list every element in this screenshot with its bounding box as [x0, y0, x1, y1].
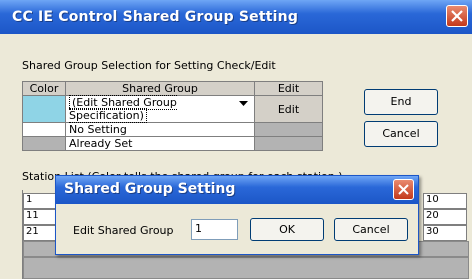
station-row-end[interactable]: 20 [423, 209, 467, 225]
shared-group-table: Color Shared Group Edit (Edit Shared Gro… [22, 81, 323, 151]
dialog-title-bar[interactable]: Shared Group Setting [56, 176, 418, 204]
edit-cell-disabled [254, 136, 323, 151]
color-swatch-white [22, 122, 66, 137]
table-row: No Setting [22, 122, 323, 137]
header-shared-group: Shared Group [65, 81, 255, 96]
group-no-setting: No Setting [65, 122, 255, 137]
color-swatch-gray [22, 136, 66, 151]
station-row-end[interactable]: 30 [423, 225, 467, 241]
shared-group-setting-dialog: Shared Group Setting Edit Shared Group 1… [55, 175, 419, 255]
title-bar[interactable]: CC IE Control Shared Group Setting [0, 0, 472, 34]
window-title: CC IE Control Shared Group Setting [12, 9, 299, 25]
close-icon [398, 184, 409, 195]
cancel-button-label: Cancel [382, 127, 420, 140]
dropdown-arrow-icon[interactable] [239, 101, 248, 107]
dialog-cancel-button[interactable]: Cancel [334, 218, 408, 241]
shared-group-select-value: (Edit Shared Group Specification) [69, 95, 177, 123]
end-button-label: End [390, 95, 412, 108]
group-already-set: Already Set [65, 136, 255, 151]
station-grid-row-disabled [23, 257, 469, 279]
header-color: Color [22, 81, 66, 96]
ok-button[interactable]: OK [250, 218, 324, 241]
ok-button-label: OK [279, 223, 295, 236]
dialog-cancel-button-label: Cancel [352, 223, 390, 236]
table-header: Color Shared Group Edit [22, 81, 323, 96]
header-edit: Edit [254, 81, 323, 96]
dialog-close-button[interactable] [393, 179, 414, 200]
edit-cell-disabled [254, 122, 323, 137]
cancel-button[interactable]: Cancel [364, 121, 438, 147]
table-row[interactable]: (Edit Shared Group Specification) Edit [22, 95, 323, 123]
color-swatch-cyan [22, 95, 66, 123]
end-button[interactable]: End [364, 89, 438, 115]
dialog-title: Shared Group Setting [64, 181, 236, 197]
edit-button[interactable]: Edit [254, 95, 323, 123]
main-window: CC IE Control Shared Group Setting Share… [0, 0, 472, 279]
section-label: Shared Group Selection for Setting Check… [22, 59, 276, 72]
shared-group-select[interactable]: (Edit Shared Group Specification) [65, 95, 255, 123]
table-row: Already Set [22, 136, 323, 151]
station-row-end[interactable]: 10 [423, 193, 467, 209]
close-window-button[interactable] [446, 5, 468, 27]
edit-shared-group-label: Edit Shared Group [73, 224, 174, 237]
edit-shared-group-input[interactable]: 1 [191, 219, 238, 240]
close-icon [451, 10, 463, 22]
